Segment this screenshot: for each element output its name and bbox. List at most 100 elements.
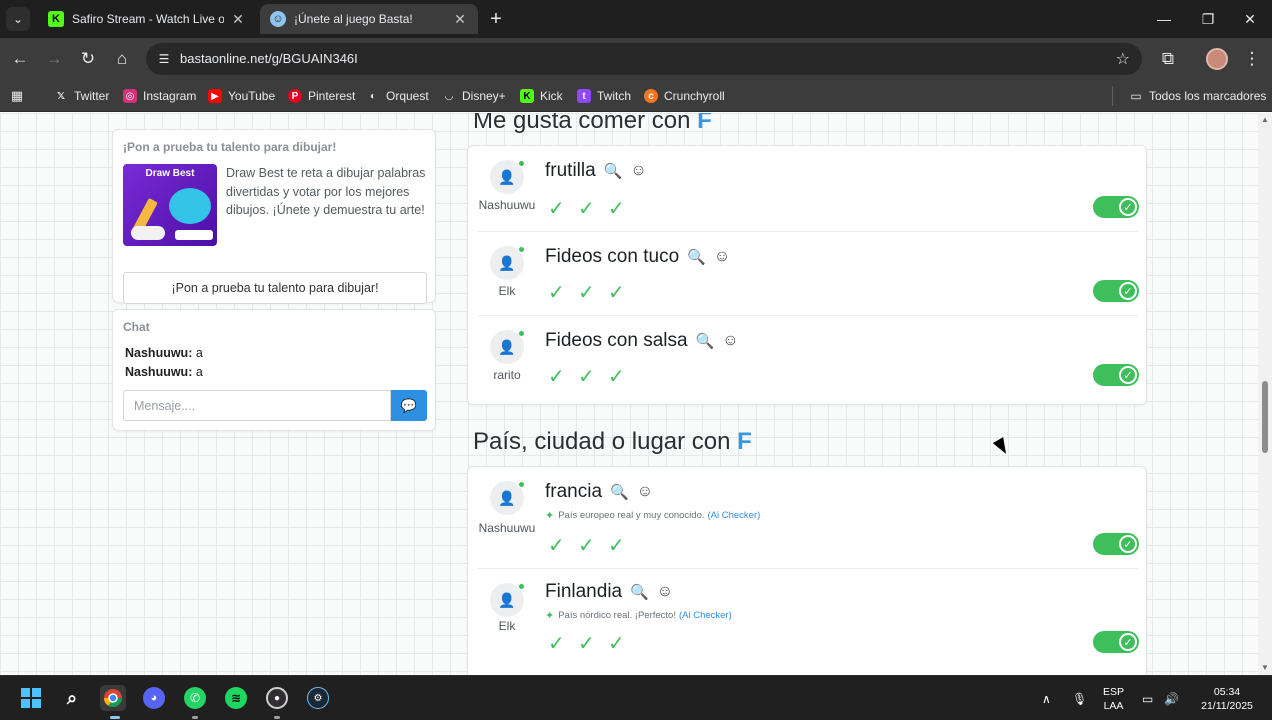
send-message-button[interactable]: 💬 <box>391 390 427 421</box>
answer-word: francia 🔍 ☺ <box>545 481 653 503</box>
check-icon: ✓ <box>578 198 595 220</box>
address-bar[interactable]: ☰ bastaonline.net/g/BGUAIN346I ☆ <box>146 43 1142 75</box>
draw-best-image[interactable]: Draw Best <box>123 164 217 246</box>
kick-icon: K <box>48 11 64 27</box>
add-reaction-icon[interactable]: ☺ <box>714 248 730 266</box>
chrome-icon[interactable] <box>100 685 126 711</box>
tab-basta[interactable]: ☺ ¡Únete al juego Basta! ✕ <box>260 4 478 34</box>
answer-row: 👤 Elk Fideos con tuco 🔍 ☺ ✓ ✓ ✓ ✓ <box>478 232 1139 316</box>
valid-toggle[interactable]: ✓ <box>1093 196 1139 218</box>
valid-toggle[interactable]: ✓ <box>1093 631 1139 653</box>
draw-best-image-label: Draw Best <box>145 168 195 179</box>
valid-toggle[interactable]: ✓ <box>1093 280 1139 302</box>
category-title-text: Me gusta comer con <box>473 113 691 134</box>
minimize-icon[interactable]: — <box>1142 0 1186 38</box>
menu-icon[interactable]: ⋮ <box>1240 47 1264 71</box>
steam-icon[interactable]: ⚙ <box>305 685 331 711</box>
microphone-icon[interactable]: 🎙 <box>1072 676 1087 720</box>
page-scrollbar[interactable]: ▲ ▼ <box>1258 113 1272 675</box>
apps-icon[interactable]: ▦ <box>10 86 30 106</box>
tab-safiro-stream[interactable]: K Safiro Stream - Watch Live on K ✕ <box>38 4 256 34</box>
bookmark-label: Pinterest <box>308 89 356 103</box>
check-icon: ✓ <box>548 535 565 557</box>
volume-icon[interactable]: 🔊 <box>1164 676 1179 720</box>
tab-search-button[interactable]: ⌄ <box>6 7 30 31</box>
close-window-icon[interactable]: ✕ <box>1228 0 1272 38</box>
close-tab-icon[interactable]: ✕ <box>230 11 246 28</box>
youtube-icon: ▶ <box>208 89 222 103</box>
add-reaction-icon[interactable]: ☺ <box>637 483 653 501</box>
search-icon[interactable]: 🔍 <box>610 483 629 501</box>
bookmark-label: Instagram <box>143 89 197 103</box>
check-icon: ✓ <box>578 633 595 655</box>
show-hidden-icons[interactable]: ∧ <box>1042 676 1051 720</box>
bookmark-twitter[interactable]: 𝕏 Twitter <box>54 86 109 106</box>
scroll-up-icon[interactable]: ▲ <box>1261 115 1269 124</box>
discord-icon[interactable]: ◕ <box>141 685 167 711</box>
bookmark-twitch[interactable]: t Twitch <box>577 86 631 106</box>
promo-description: Draw Best te reta a dibujar palabras div… <box>226 166 426 217</box>
spotify-icon[interactable]: ≋ <box>223 685 249 711</box>
scrollbar-thumb[interactable] <box>1262 381 1268 453</box>
category-title: País, ciudad o lugar con F <box>473 428 752 456</box>
add-reaction-icon[interactable]: ☺ <box>722 332 738 350</box>
search-icon[interactable]: 🔍 <box>630 583 649 601</box>
windows-start-icon[interactable] <box>18 685 44 711</box>
orquest-icon: ◐ <box>369 90 377 102</box>
search-icon[interactable]: 🔍 <box>604 162 623 180</box>
clock[interactable]: 05:34 21/11/2025 <box>1194 676 1260 720</box>
obs-icon[interactable]: ● <box>264 685 290 711</box>
player-name: Elk <box>498 619 516 633</box>
windows-taskbar: ⌕ ◕ ✆ ≋ ● ⚙ ∧ 🎙 ESP LAA ▭ 🔊 05:34 21/11/… <box>0 675 1272 720</box>
answer-row: 👤 Nashuuwu francia 🔍 ☺ ✦ País europeo re… <box>478 467 1139 569</box>
restore-icon[interactable]: ❐ <box>1186 0 1230 38</box>
user-star-icon: 👤 <box>498 168 516 185</box>
promo-cta-button[interactable]: ¡Pon a prueba tu talento para dibujar! <box>123 272 427 304</box>
bookmark-crunchyroll[interactable]: c Crunchyroll <box>644 86 725 106</box>
whatsapp-icon[interactable]: ✆ <box>182 685 208 711</box>
scroll-down-icon[interactable]: ▼ <box>1261 663 1269 672</box>
valid-toggle[interactable]: ✓ <box>1093 364 1139 386</box>
chat-text: a <box>195 346 203 360</box>
search-icon[interactable]: 🔍 <box>696 332 715 350</box>
chat-message-input[interactable]: Mensaje.... <box>123 390 391 421</box>
extensions-icon[interactable]: ⧉ <box>1156 47 1180 71</box>
new-tab-button[interactable]: + <box>486 8 506 30</box>
bookmark-star-icon[interactable]: ☆ <box>1116 49 1130 69</box>
bookmark-orquest[interactable]: ◐ Orquest <box>366 86 429 106</box>
instagram-icon: ◎ <box>123 89 137 103</box>
profile-avatar[interactable] <box>1206 48 1228 70</box>
back-icon[interactable]: ← <box>8 47 32 71</box>
home-icon[interactable]: ⌂ <box>110 47 134 71</box>
player-avatar: 👤 <box>490 330 525 364</box>
check-icon: ✓ <box>1119 535 1137 553</box>
add-reaction-icon[interactable]: ☺ <box>657 583 673 601</box>
check-icon: ✓ <box>608 366 625 388</box>
bookmark-kick[interactable]: K Kick <box>520 86 563 106</box>
bookmark-disney[interactable]: ◡ Disney+ <box>442 86 506 106</box>
bookmark-instagram[interactable]: ◎ Instagram <box>123 86 196 106</box>
bookmark-label: Disney+ <box>462 89 506 103</box>
network-icon[interactable]: ▭ <box>1142 676 1153 720</box>
reload-icon[interactable]: ↻ <box>76 47 100 71</box>
url-text: bastaonline.net/g/BGUAIN346I <box>180 51 358 66</box>
search-icon[interactable]: 🔍 <box>687 248 706 266</box>
site-info-icon[interactable]: ☰ <box>156 51 172 67</box>
input-language[interactable]: ESP LAA <box>1103 676 1124 720</box>
check-icon: ✓ <box>578 366 595 388</box>
ai-checker-note: ✦ País nórdico real. ¡Perfecto! (Ai Chec… <box>545 609 732 622</box>
add-reaction-icon[interactable]: ☺ <box>630 162 646 180</box>
browser-toolbar: ← → ↻ ⌂ ☰ bastaonline.net/g/BGUAIN346I ☆… <box>0 38 1272 80</box>
user-star-icon: 👤 <box>498 489 516 506</box>
close-tab-icon[interactable]: ✕ <box>452 11 468 28</box>
all-bookmarks[interactable]: ▭ Todos los marcadores <box>1112 86 1266 106</box>
bookmark-pinterest[interactable]: P Pinterest <box>288 86 355 106</box>
bookmark-label: Crunchyroll <box>664 89 725 103</box>
bookmark-youtube[interactable]: ▶ YouTube <box>208 86 275 106</box>
answer-text: Fideos con tuco <box>545 246 680 267</box>
search-icon[interactable]: ⌕ <box>59 685 85 711</box>
answer-text: Fideos con salsa <box>545 330 688 351</box>
valid-toggle[interactable]: ✓ <box>1093 533 1139 555</box>
user-icon: 👤 <box>498 591 516 608</box>
forward-icon[interactable]: → <box>42 47 66 71</box>
